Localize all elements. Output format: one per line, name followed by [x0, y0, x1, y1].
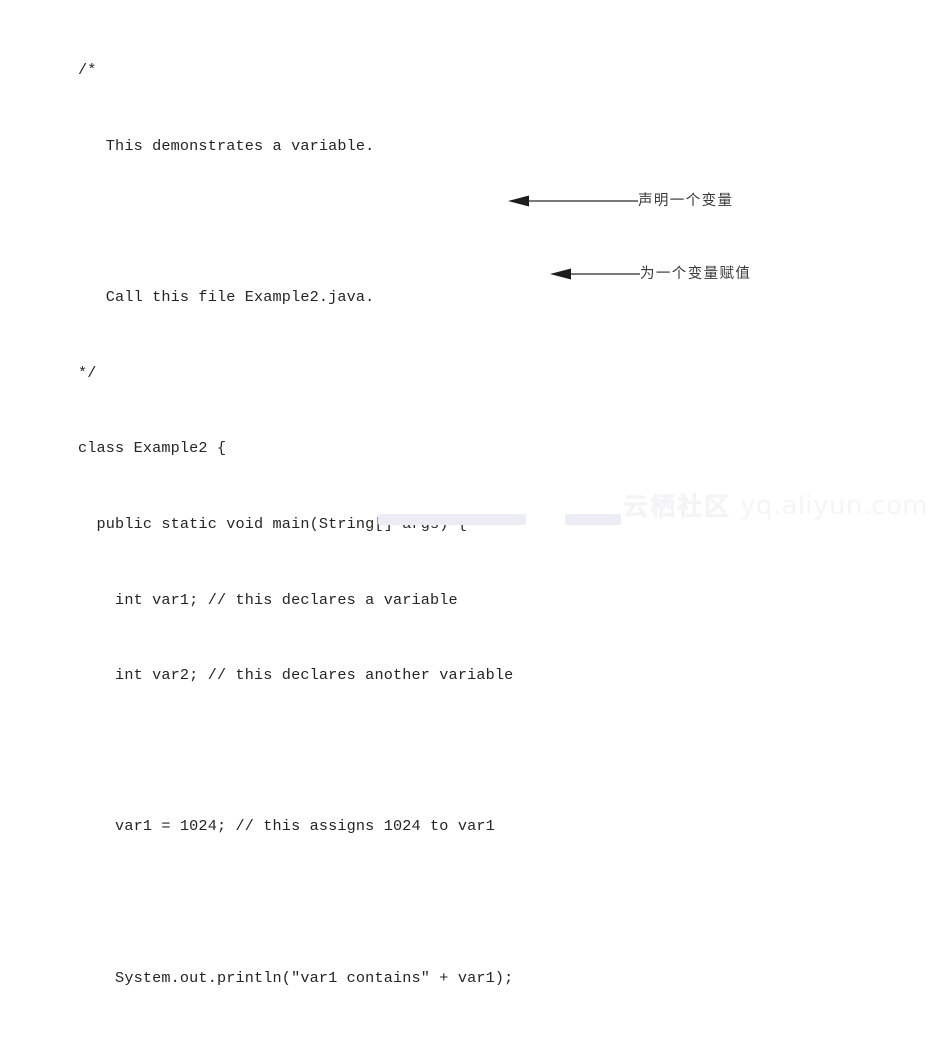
- scan-artifact-bar: [565, 514, 621, 525]
- left-arrow-icon: [508, 195, 638, 207]
- watermark-url: yq.aliyun.com: [740, 491, 928, 521]
- watermark-brand: 云栖社区: [623, 491, 732, 521]
- code-line: */: [78, 363, 97, 382]
- page-canvas: /* This demonstrates a variable. Call th…: [0, 0, 936, 987]
- annotation-label: 为一个变量赋值: [640, 265, 752, 282]
- scan-artifact-bar: [378, 514, 526, 525]
- watermark: 云栖社区 yq.aliyun.com: [623, 493, 928, 519]
- annotation-label: 声明一个变量: [638, 192, 734, 209]
- code-line: Call this file Example2.java.: [78, 288, 375, 307]
- code-line: class Example2 {: [78, 439, 227, 458]
- code-line: int var2; // this declares another varia…: [78, 666, 514, 685]
- code-line: var1 = 1024; // this assigns 1024 to var…: [78, 817, 495, 836]
- code-line: System.out.println("var1 contains" + var…: [78, 968, 514, 987]
- annotation-assign-value: 为一个变量赋值: [550, 263, 751, 285]
- left-arrow-icon: [550, 268, 640, 280]
- annotation-declare-variable: 声明一个变量: [508, 190, 733, 212]
- code-listing: /* This demonstrates a variable. Call th…: [78, 8, 532, 1050]
- code-line: /*: [78, 61, 97, 80]
- code-line: This demonstrates a variable.: [78, 137, 375, 155]
- code-line: int var1; // this declares a variable: [78, 590, 458, 609]
